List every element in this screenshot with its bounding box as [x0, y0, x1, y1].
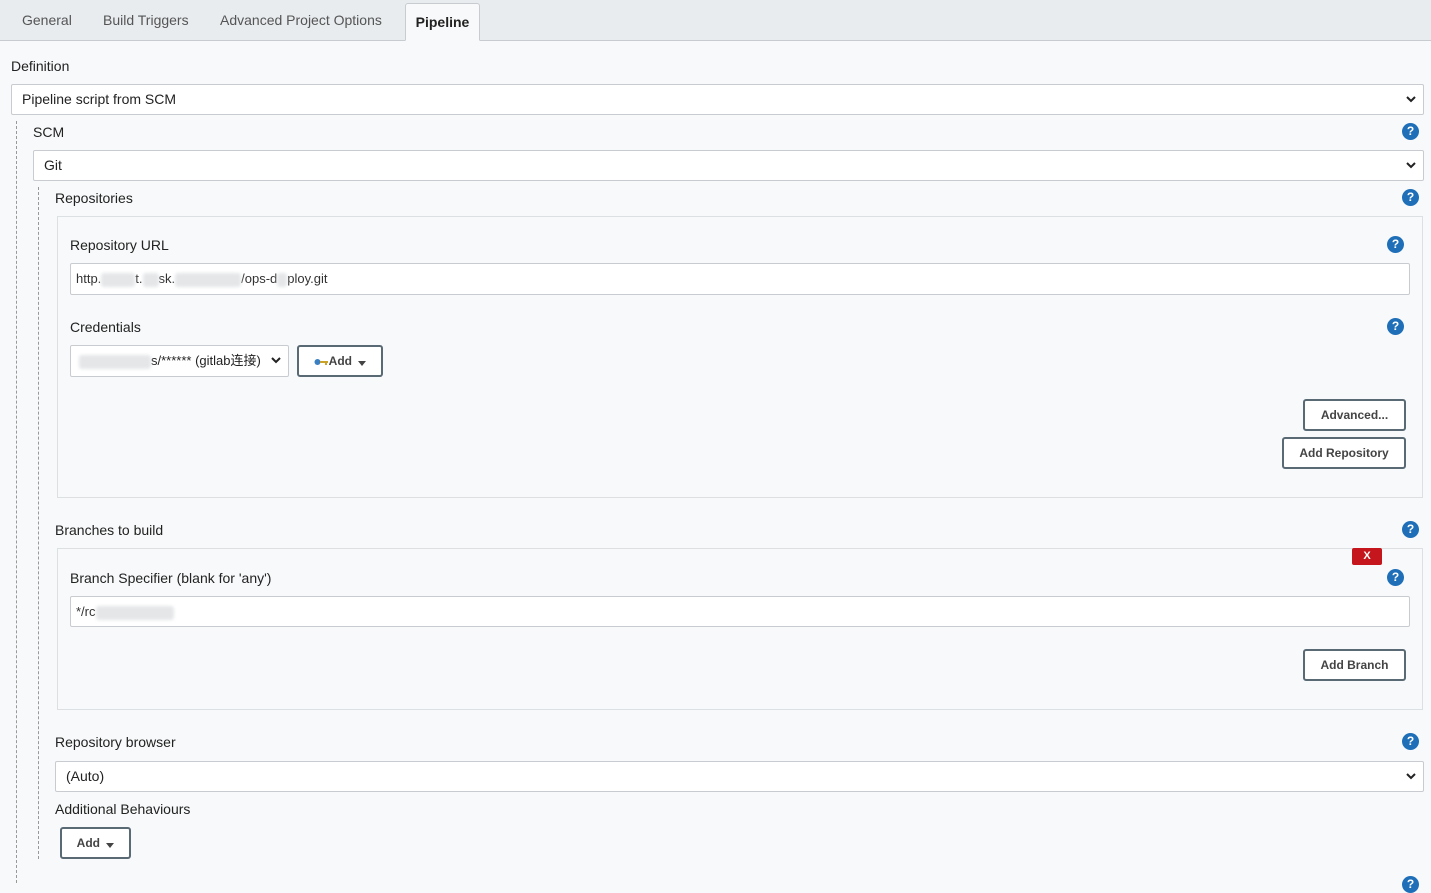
- chevron-down-icon: [270, 346, 282, 375]
- tab-pipeline[interactable]: Pipeline: [405, 3, 480, 41]
- credentials-select[interactable]: s/****** (gitlab连接): [70, 345, 289, 377]
- tab-bar: General Build Triggers Advanced Project …: [0, 0, 1431, 41]
- scm-selected-value: Git: [44, 157, 62, 173]
- repository-url-input[interactable]: http. t. sk. /ops-d ploy.git: [70, 263, 1410, 295]
- redacted-text: [142, 272, 159, 287]
- branch-specifier-input[interactable]: */rc: [70, 596, 1410, 627]
- add-branch-button[interactable]: Add Branch: [1303, 649, 1406, 681]
- help-icon[interactable]: ?: [1402, 733, 1419, 750]
- url-prefix: http.: [76, 271, 102, 286]
- tab-build-triggers[interactable]: Build Triggers: [92, 0, 200, 41]
- repository-browser-label: Repository browser: [55, 734, 176, 750]
- chevron-down-icon: [1405, 151, 1417, 180]
- repository-url-label: Repository URL: [70, 237, 169, 253]
- branches-label: Branches to build: [55, 522, 164, 538]
- url-end: ploy.git: [287, 271, 328, 286]
- scm-select[interactable]: Git: [33, 150, 1424, 181]
- redacted-text: [175, 272, 242, 287]
- add-label: Add: [76, 836, 100, 850]
- help-icon[interactable]: ?: [1402, 189, 1419, 206]
- url-mid1: t.: [135, 271, 143, 286]
- url-mid2: sk.: [158, 271, 176, 286]
- tab-advanced-project-options[interactable]: Advanced Project Options: [209, 0, 393, 41]
- scm-label: SCM: [33, 124, 65, 140]
- repository-browser-selected-value: (Auto): [66, 768, 105, 784]
- tab-general[interactable]: General: [11, 0, 83, 41]
- redacted-text: [95, 605, 174, 620]
- credentials-selected-value: s/****** (gitlab连接): [151, 353, 261, 368]
- scm-guide-line: [16, 121, 17, 883]
- caret-down-icon: [358, 348, 367, 376]
- url-suffix: /ops-d: [241, 271, 278, 286]
- repositories-label: Repositories: [55, 190, 133, 206]
- repository-browser-select[interactable]: (Auto): [55, 761, 1424, 792]
- branch-specifier-label: Branch Specifier (blank for 'any'): [70, 570, 272, 586]
- delete-branch-button[interactable]: X: [1352, 548, 1382, 565]
- add-repository-button[interactable]: Add Repository: [1282, 437, 1406, 469]
- help-icon[interactable]: ?: [1387, 236, 1404, 253]
- git-guide-line: [38, 187, 39, 859]
- help-icon[interactable]: ?: [1402, 876, 1419, 893]
- chevron-down-icon: [1405, 85, 1417, 114]
- redacted-text: [101, 272, 136, 287]
- definition-label: Definition: [11, 58, 70, 74]
- help-icon[interactable]: ?: [1387, 569, 1404, 586]
- additional-behaviours-label: Additional Behaviours: [55, 801, 191, 817]
- redacted-text: [79, 354, 151, 369]
- definition-selected-value: Pipeline script from SCM: [22, 91, 177, 107]
- help-icon[interactable]: ?: [1402, 521, 1419, 538]
- chevron-down-icon: [1405, 762, 1417, 791]
- help-icon[interactable]: ?: [1402, 123, 1419, 140]
- add-label: Add: [328, 354, 352, 368]
- caret-down-icon: [106, 830, 115, 858]
- definition-select[interactable]: Pipeline script from SCM: [11, 84, 1424, 115]
- credentials-label: Credentials: [70, 319, 141, 335]
- redacted-text: [277, 272, 288, 287]
- advanced-button[interactable]: Advanced...: [1303, 399, 1406, 431]
- add-credentials-button[interactable]: Add: [297, 345, 383, 377]
- help-icon[interactable]: ?: [1387, 318, 1404, 335]
- key-icon: [314, 348, 328, 376]
- add-behaviour-button[interactable]: Add: [60, 827, 131, 859]
- branch-specifier-value: */rc: [76, 604, 96, 619]
